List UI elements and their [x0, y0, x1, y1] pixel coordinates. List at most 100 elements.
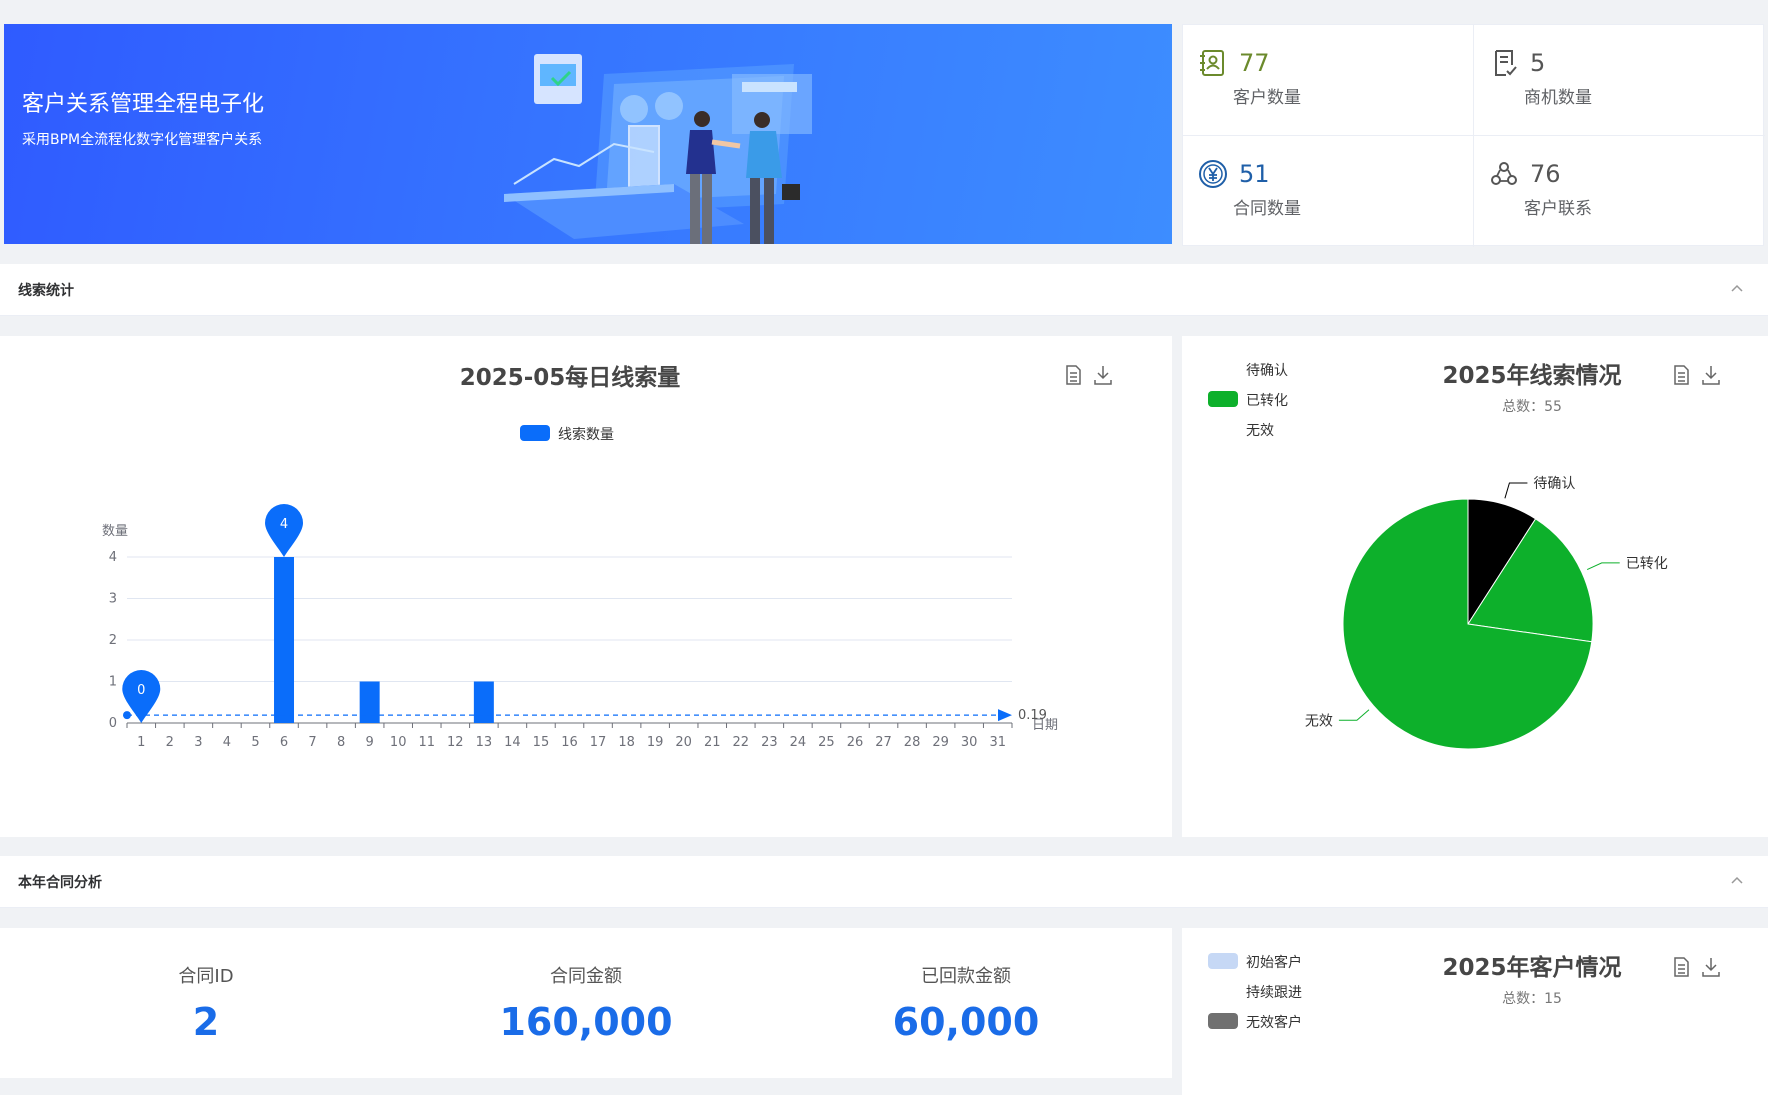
x-tick-label: 17	[590, 735, 607, 750]
lead-status-chart-card: 待确认 已转化 无效 2025年线索情况 总数：55 待确认 已转化 无效	[1182, 336, 1768, 837]
x-tick-label: 28	[904, 735, 921, 750]
banner-title: 客户关系管理全程电子化	[22, 92, 265, 117]
banner-subtitle: 采用BPM全流程化数字化管理客户关系	[22, 132, 263, 148]
x-tick-label: 4	[223, 735, 231, 750]
section-title: 线索统计	[18, 283, 74, 299]
x-tick-label: 6	[280, 735, 288, 750]
metric-value: 60,000	[892, 1000, 1040, 1044]
pie-slice-label: 无效	[1305, 713, 1333, 729]
data-view-icon[interactable]	[1670, 956, 1692, 978]
x-tick-label: 20	[675, 735, 692, 750]
stat-contracts[interactable]: 51 合同数量	[1183, 136, 1474, 247]
mark-line-label: 0.19	[1018, 708, 1047, 723]
stat-contacts[interactable]: 76 客户联系	[1474, 136, 1765, 247]
metric-contract-amount: 合同金额 160,000	[396, 928, 776, 1044]
yuan-coin-icon	[1199, 160, 1227, 188]
x-tick-label: 24	[790, 735, 807, 750]
x-tick-label: 30	[961, 735, 978, 750]
x-tick-label: 26	[847, 735, 864, 750]
x-tick-label: 7	[308, 735, 316, 750]
metric-label: 合同ID	[178, 966, 234, 987]
pie-label-line	[1586, 562, 1620, 571]
bar-chart: 01234数量日期1 2 3 4 5 6 7 8 9 10 11 12 13 14 15 16 17 18 19 20…	[102, 504, 1058, 750]
stat-opportunities[interactable]: 5 商机数量	[1474, 25, 1765, 136]
bar	[473, 681, 494, 723]
x-tick-label: 19	[647, 735, 664, 750]
bar	[274, 557, 295, 723]
x-tick-label: 15	[533, 735, 550, 750]
people-network-icon	[1491, 162, 1517, 185]
x-tick-label: 12	[447, 735, 464, 750]
legend-swatch	[1208, 1013, 1238, 1029]
x-tick-label: 31	[989, 735, 1006, 750]
contract-metrics-card: 合同ID 2 合同金额 160,000 已回款金额 60,000	[0, 928, 1172, 1078]
y-tick-label: 4	[109, 550, 117, 565]
stat-value: 51	[1239, 160, 1270, 188]
pie-chart: 待确认已转化无效	[1305, 476, 1668, 750]
x-tick-label: 5	[251, 735, 259, 750]
metric-contract-id: 合同ID 2	[16, 928, 396, 1044]
y-tick-label: 3	[109, 592, 117, 607]
stat-label: 客户联系	[1524, 199, 1592, 219]
metric-received-amount: 已回款金额 60,000	[776, 928, 1156, 1044]
y-tick-label: 2	[109, 633, 117, 648]
y-axis-label: 数量	[102, 524, 128, 539]
stat-customers[interactable]: 77 客户数量	[1183, 25, 1474, 136]
x-tick-label: 22	[733, 735, 750, 750]
mark-point-label: 4	[280, 517, 288, 532]
contact-book-icon	[1200, 50, 1224, 76]
legend-label: 持续跟进	[1246, 985, 1302, 1001]
x-tick-label: 27	[875, 735, 892, 750]
stat-label: 合同数量	[1233, 199, 1301, 219]
legend-swatch	[1208, 983, 1238, 999]
x-tick-label: 2	[166, 735, 174, 750]
stats-panel: 77 客户数量 5 商机数量 51 合同数量 76 客户联系	[1182, 24, 1765, 247]
x-tick-label: 23	[761, 735, 778, 750]
download-icon[interactable]	[1700, 956, 1722, 978]
daily-leads-chart-card: 2025-05每日线索量 线索数量 0 1 2 3 4 数量 日期 1 2 3 4 5 6 7 8 9 10 11…	[0, 336, 1172, 837]
stat-value: 76	[1530, 160, 1561, 188]
x-tick-label: 16	[561, 735, 578, 750]
x-tick-label: 3	[194, 735, 202, 750]
x-tick-label: 9	[366, 735, 374, 750]
chevron-up-icon[interactable]	[1730, 874, 1744, 888]
x-tick-label: 11	[418, 735, 435, 750]
x-tick-label: 8	[337, 735, 345, 750]
legend-label: 初始客户	[1246, 955, 1302, 971]
x-tick-label: 21	[704, 735, 721, 750]
document-check-icon	[1495, 50, 1517, 76]
chart-subtitle: 总数：15	[1502, 991, 1562, 1007]
legend-swatch	[1208, 953, 1238, 969]
y-tick-label: 1	[109, 675, 117, 690]
mark-point-label: 0	[137, 683, 145, 698]
legend-label: 无效客户	[1246, 1015, 1302, 1031]
x-tick-label: 14	[504, 735, 521, 750]
x-tick-label: 18	[618, 735, 635, 750]
section-header-contracts[interactable]: 本年合同分析	[0, 856, 1768, 908]
stat-value: 5	[1530, 49, 1546, 77]
pie-slice-label: 待确认	[1533, 476, 1575, 492]
x-tick-label: 1	[137, 735, 145, 750]
chevron-up-icon[interactable]	[1730, 282, 1744, 296]
mark-line-arrow	[998, 709, 1012, 722]
x-tick-label: 25	[818, 735, 835, 750]
x-tick-label: 29	[932, 735, 949, 750]
metric-label: 已回款金额	[921, 966, 1011, 987]
stat-label: 商机数量	[1524, 88, 1592, 108]
metric-value: 160,000	[499, 1000, 673, 1044]
metric-value: 2	[192, 1000, 220, 1044]
pie-slice-label: 已转化	[1626, 556, 1668, 572]
section-header-leads[interactable]: 线索统计	[0, 264, 1768, 316]
bar	[359, 681, 380, 723]
pie-label-line	[1338, 709, 1370, 721]
section-title: 本年合同分析	[18, 875, 102, 891]
x-tick-label: 10	[390, 735, 407, 750]
y-tick-label: 0	[109, 716, 117, 731]
pie-label-line	[1504, 482, 1528, 499]
handshake-illustration	[504, 54, 812, 244]
chart-title: 2025年客户情况	[1442, 955, 1622, 981]
stat-value: 77	[1239, 49, 1270, 77]
customer-status-chart-card: 初始客户 持续跟进 无效客户 2025年客户情况 总数：15	[1182, 928, 1768, 1095]
x-tick-label: 13	[476, 735, 493, 750]
stat-label: 客户数量	[1233, 88, 1301, 108]
